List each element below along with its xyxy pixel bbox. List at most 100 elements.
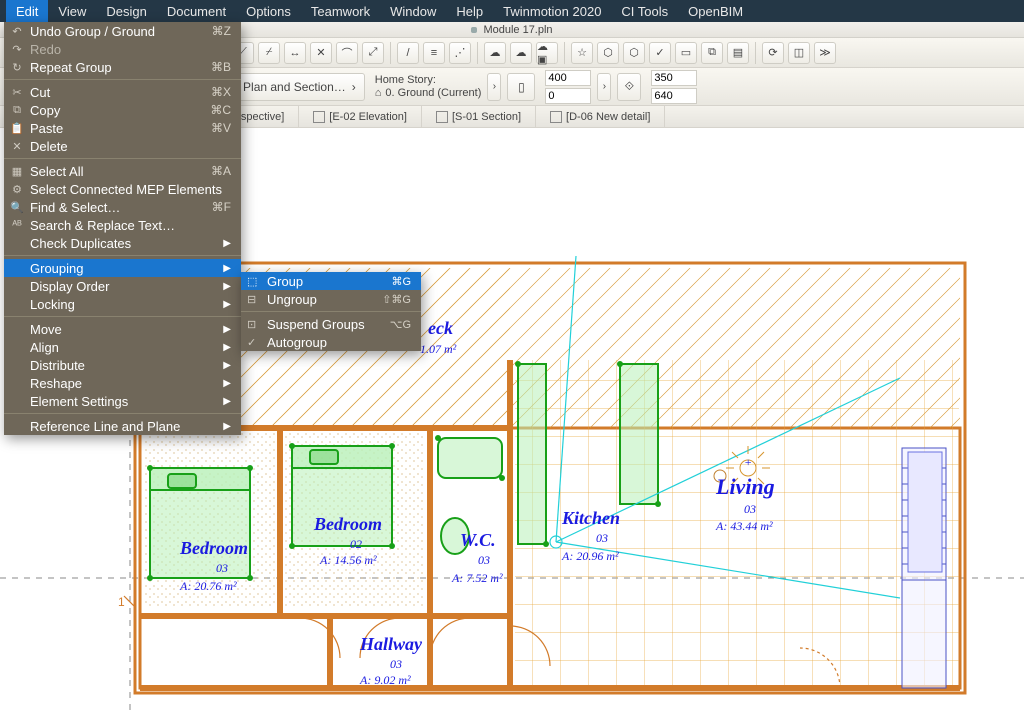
menu-edit[interactable]: Edit <box>6 0 48 22</box>
toolbar-btn-doc[interactable]: ▤ <box>727 42 749 64</box>
group-icon: ⬚ <box>247 275 261 288</box>
chevron-right-icon: ▶ <box>223 342 231 353</box>
separator <box>4 255 241 256</box>
height-values <box>545 70 591 104</box>
height-bottom-input[interactable] <box>545 88 591 104</box>
chevron-right-icon: ▶ <box>223 238 231 249</box>
tab-section[interactable]: [S-01 Section] <box>422 106 536 127</box>
link-bottom-input[interactable] <box>651 88 697 104</box>
toolbar-btn-oct[interactable]: ⬡ <box>597 42 619 64</box>
height-icon[interactable]: ▯ <box>507 73 535 101</box>
menu-document[interactable]: Document <box>157 0 236 22</box>
menu-teamwork[interactable]: Teamwork <box>301 0 380 22</box>
room-bedroom2-area: A: 14.56 m² <box>319 553 377 567</box>
room-bedroom2-sub: 02 <box>350 537 362 551</box>
toolbar-btn-cloud[interactable]: ☁ <box>484 42 506 64</box>
room-living-area: A: 43.44 m² <box>715 519 773 533</box>
mep-icon: ⚙ <box>10 183 24 196</box>
menu-twinmotion[interactable]: Twinmotion 2020 <box>493 0 611 22</box>
tab-new-detail[interactable]: [D-06 New detail] <box>536 106 665 127</box>
room-hallway-name: Hallway <box>359 634 423 654</box>
menu-paste[interactable]: 📋Paste⌘V <box>4 119 241 137</box>
submenu-group[interactable]: ⬚Group⌘G <box>241 272 421 290</box>
separator <box>4 316 241 317</box>
toolbar-btn-resize[interactable]: ⤢ <box>362 42 384 64</box>
menu-design[interactable]: Design <box>96 0 156 22</box>
chevron-right-icon: ▶ <box>223 324 231 335</box>
menu-help[interactable]: Help <box>446 0 493 22</box>
toolbar-btn-layer[interactable]: ◫ <box>788 42 810 64</box>
pin-icon <box>471 27 477 33</box>
ungroup-icon: ⊟ <box>247 293 261 306</box>
home-story-expand[interactable]: › <box>487 73 501 101</box>
menu-citools[interactable]: CI Tools <box>611 0 678 22</box>
height-top-input[interactable] <box>545 70 591 86</box>
submenu-suspend[interactable]: ⊡Suspend Groups⌥G <box>241 315 421 333</box>
toolbar-btn-stroke[interactable]: ⋰ <box>449 42 471 64</box>
toolbar-btn-lines[interactable]: ≡ <box>423 42 445 64</box>
section-icon <box>436 111 448 123</box>
toolbar-btn-line[interactable]: / <box>397 42 419 64</box>
toolbar-btn-more[interactable]: ≫ <box>814 42 836 64</box>
chevron-right-icon: ▶ <box>223 360 231 371</box>
menu-delete[interactable]: ✕Delete <box>4 137 241 155</box>
submenu-ungroup[interactable]: ⊟Ungroup⇧⌘G <box>241 290 421 308</box>
menu-locking[interactable]: Locking▶ <box>4 295 241 313</box>
room-kitchen-area: A: 20.96 m² <box>561 549 619 563</box>
separator <box>755 42 756 64</box>
toolbar-btn-star[interactable]: ☆ <box>571 42 593 64</box>
separator <box>390 42 391 64</box>
submenu-autogroup[interactable]: ✓Autogroup <box>241 333 421 351</box>
toolbar-btn-check[interactable]: ✓ <box>649 42 671 64</box>
select-icon: ▦ <box>10 165 24 178</box>
ruler-number: 1 <box>118 595 125 609</box>
menu-select-all[interactable]: ▦Select All⌘A <box>4 162 241 180</box>
separator <box>4 413 241 414</box>
menu-openbim[interactable]: OpenBIM <box>678 0 753 22</box>
link-top-input[interactable] <box>651 70 697 86</box>
separator <box>564 42 565 64</box>
menu-options[interactable]: Options <box>236 0 301 22</box>
toolbar-btn-folder[interactable]: ▭ <box>675 42 697 64</box>
grouping-submenu: ⬚Group⌘G ⊟Ungroup⇧⌘G ⊡Suspend Groups⌥G ✓… <box>241 272 421 351</box>
menu-find[interactable]: 🔍Find & Select…⌘F <box>4 198 241 216</box>
menu-reshape[interactable]: Reshape▶ <box>4 374 241 392</box>
chevron-right-icon: ▶ <box>223 299 231 310</box>
room-wc-area: A: 7.52 m² <box>451 571 503 585</box>
search-icon: 🔍 <box>10 201 24 214</box>
menu-display-order[interactable]: Display Order▶ <box>4 277 241 295</box>
menu-align[interactable]: Align▶ <box>4 338 241 356</box>
toolbar-btn-manage[interactable]: ☁▣ <box>536 42 558 64</box>
room-wc-sub: 03 <box>478 553 490 567</box>
menu-grouping[interactable]: Grouping▶ <box>4 259 241 277</box>
menu-window[interactable]: Window <box>380 0 446 22</box>
toolbar-btn-cloud2[interactable]: ☁ <box>510 42 532 64</box>
link-icon[interactable]: ⟐ <box>617 73 641 101</box>
menu-view[interactable]: View <box>48 0 96 22</box>
menu-undo[interactable]: ↶Undo Group / Ground⌘Z <box>4 22 241 40</box>
toolbar-btn-split[interactable]: ⌿ <box>258 42 280 64</box>
menu-distribute[interactable]: Distribute▶ <box>4 356 241 374</box>
menu-search-replace[interactable]: ᴬᴮSearch & Replace Text… <box>4 216 241 234</box>
menu-element-settings[interactable]: Element Settings▶ <box>4 392 241 410</box>
menu-check-dup[interactable]: Check Duplicates▶ <box>4 234 241 252</box>
menu-move[interactable]: Move▶ <box>4 320 241 338</box>
menu-copy[interactable]: ⧉Copy⌘C <box>4 101 241 119</box>
toolbar-btn-adjust[interactable]: ↔ <box>284 42 306 64</box>
toolbar-btn-sync[interactable]: ⟳ <box>762 42 784 64</box>
toolbar-btn-fillet[interactable]: ⌒ <box>336 42 358 64</box>
home-story-icon: ⌂ <box>375 87 382 100</box>
app-menubar: Edit View Design Document Options Teamwo… <box>0 0 1024 22</box>
room-kitchen-sub: 03 <box>596 531 608 545</box>
toolbar-btn-oct2[interactable]: ⬡ <box>623 42 645 64</box>
redo-icon: ↷ <box>10 43 24 56</box>
menu-repeat[interactable]: ↻Repeat Group⌘B <box>4 58 241 76</box>
repeat-icon: ↻ <box>10 61 24 74</box>
tab-elevation[interactable]: [E-02 Elevation] <box>299 106 422 127</box>
toolbar-btn-tag[interactable]: ⧉ <box>701 42 723 64</box>
menu-select-mep[interactable]: ⚙Select Connected MEP Elements <box>4 180 241 198</box>
menu-reference-line[interactable]: Reference Line and Plane▶ <box>4 417 241 435</box>
menu-cut[interactable]: ✂Cut⌘X <box>4 83 241 101</box>
toolbar-btn-intersect[interactable]: ✕ <box>310 42 332 64</box>
height-expand[interactable]: › <box>597 73 611 101</box>
